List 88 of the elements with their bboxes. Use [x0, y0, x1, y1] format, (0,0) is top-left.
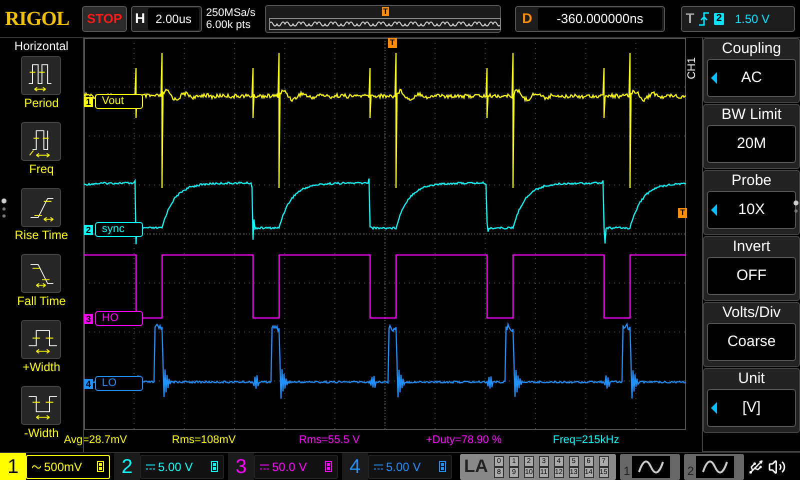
- page-dots-icon: [1, 198, 7, 220]
- softkey-title: Probe: [731, 171, 772, 191]
- trigger-source: 2: [714, 12, 724, 24]
- timebase-value: 2.00us: [148, 8, 199, 30]
- channel-scale-box[interactable]: 50.0 V: [254, 454, 338, 478]
- measurement-readout: Rms=108mV: [172, 432, 237, 448]
- measure-label: +Width: [22, 359, 60, 375]
- sample-rate: 250MSa/s: [206, 6, 256, 18]
- delay-value: -360.000000ns: [538, 8, 662, 30]
- brand-logo: RIGOL: [5, 6, 70, 32]
- softkey-value: Coarse: [727, 332, 776, 352]
- delay-box[interactable]: D -360.000000ns: [515, 6, 665, 32]
- channel-menu-label: CH1: [684, 57, 699, 80]
- softkey-title: Volts/Div: [722, 303, 781, 323]
- trigger-level: 1.50 V: [734, 10, 770, 28]
- channel-label: sync: [94, 222, 143, 237]
- sine-wave-icon: [638, 460, 664, 474]
- channel-label: LO: [94, 376, 143, 391]
- menu-softkey[interactable]: Coupling AC: [703, 38, 800, 103]
- bandwidth-limit-icon: [211, 461, 218, 472]
- trigger-box[interactable]: T 2 1.50 V: [680, 6, 795, 32]
- measure-label: Rise Time: [14, 227, 68, 243]
- sine-wave-icon: [702, 460, 728, 474]
- softkey-value: 20M: [736, 134, 766, 154]
- channel-scale-box[interactable]: 5.00 V: [368, 454, 452, 478]
- trigger-position-marker: T: [382, 6, 389, 16]
- softkey-value: AC: [741, 68, 762, 88]
- dc-coupling-icon: [374, 464, 383, 470]
- measure-button[interactable]: -Width: [21, 386, 62, 452]
- menu-softkey[interactable]: Probe 10X: [703, 170, 800, 235]
- dc-coupling-icon: [260, 464, 269, 470]
- speaker-icon: [768, 458, 786, 476]
- measure-button[interactable]: Rise Time: [14, 188, 68, 254]
- channel-scale: 500mV: [44, 458, 84, 476]
- channel-number[interactable]: 4: [342, 453, 368, 480]
- trigger-label: T: [686, 9, 694, 28]
- softkey-value: [V]: [742, 398, 761, 418]
- channel-number[interactable]: 1: [0, 453, 26, 480]
- run-stop-button[interactable]: STOP: [82, 6, 128, 32]
- measurement-readout: Rms=55.5 V: [298, 432, 361, 448]
- channel-label: Vout: [94, 94, 143, 109]
- logic-analyzer-label: LA: [464, 455, 488, 478]
- menu-softkey[interactable]: Invert OFF: [703, 236, 800, 301]
- bandwidth-limit-icon: [325, 461, 332, 472]
- channel-scale: 5.00 V: [158, 458, 194, 476]
- memory-depth: 6.00k pts: [206, 18, 252, 30]
- softkey-title: BW Limit: [722, 105, 782, 125]
- generator-number: 2: [687, 462, 694, 480]
- menu-softkey[interactable]: Volts/Div Coarse: [703, 302, 800, 367]
- measurement-readout: Avg=28.7mV: [64, 432, 128, 448]
- channel-scale-box[interactable]: 500mV: [26, 454, 110, 478]
- timebase-label: H: [134, 9, 146, 28]
- trigger-level-marker: T: [678, 208, 687, 218]
- softkey-title: Coupling: [722, 39, 782, 59]
- measure-button[interactable]: Period: [21, 56, 62, 122]
- menu-softkey[interactable]: Unit [V]: [703, 368, 800, 433]
- usb-icon: [748, 458, 764, 474]
- menu-title: Horizontal: [14, 39, 68, 53]
- generator-number: 1: [623, 462, 630, 480]
- channel-number[interactable]: 3: [228, 453, 254, 480]
- channel-scale-box[interactable]: 5.00 V: [140, 454, 224, 478]
- measure-label: Period: [24, 95, 59, 111]
- softkey-value: OFF: [736, 266, 766, 286]
- measurement-readout: Freq=215kHz: [552, 432, 620, 448]
- page-dots-icon: [793, 200, 799, 214]
- softkey-title: Unit: [738, 369, 765, 389]
- channel-scale: 5.00 V: [386, 458, 422, 476]
- bandwidth-limit-icon: [439, 461, 446, 472]
- channel-label: HO: [94, 311, 143, 326]
- measure-label: Freq: [29, 161, 54, 177]
- measure-button[interactable]: Fall Time: [17, 254, 66, 320]
- delay-label: D: [521, 9, 534, 28]
- menu-softkey[interactable]: BW Limit 20M: [703, 104, 800, 169]
- measure-button[interactable]: Freq: [21, 122, 62, 188]
- measurement-readout: +Duty=78.90 %: [426, 432, 503, 448]
- softkey-value: 10X: [738, 200, 765, 220]
- softkey-title: Invert: [732, 237, 770, 257]
- dc-coupling-icon: [146, 464, 155, 470]
- measure-label: -Width: [24, 425, 59, 441]
- measure-button[interactable]: +Width: [21, 320, 62, 386]
- measure-label: Fall Time: [17, 293, 66, 309]
- rising-edge-icon: [699, 12, 710, 26]
- trigger-position-marker: T: [388, 38, 397, 48]
- channel-scale: 50.0 V: [272, 458, 308, 476]
- channel-number[interactable]: 2: [114, 453, 140, 480]
- timebase-box[interactable]: H 2.00us: [131, 6, 202, 32]
- bandwidth-limit-icon: [97, 461, 104, 472]
- ac-coupling-icon: [32, 464, 41, 470]
